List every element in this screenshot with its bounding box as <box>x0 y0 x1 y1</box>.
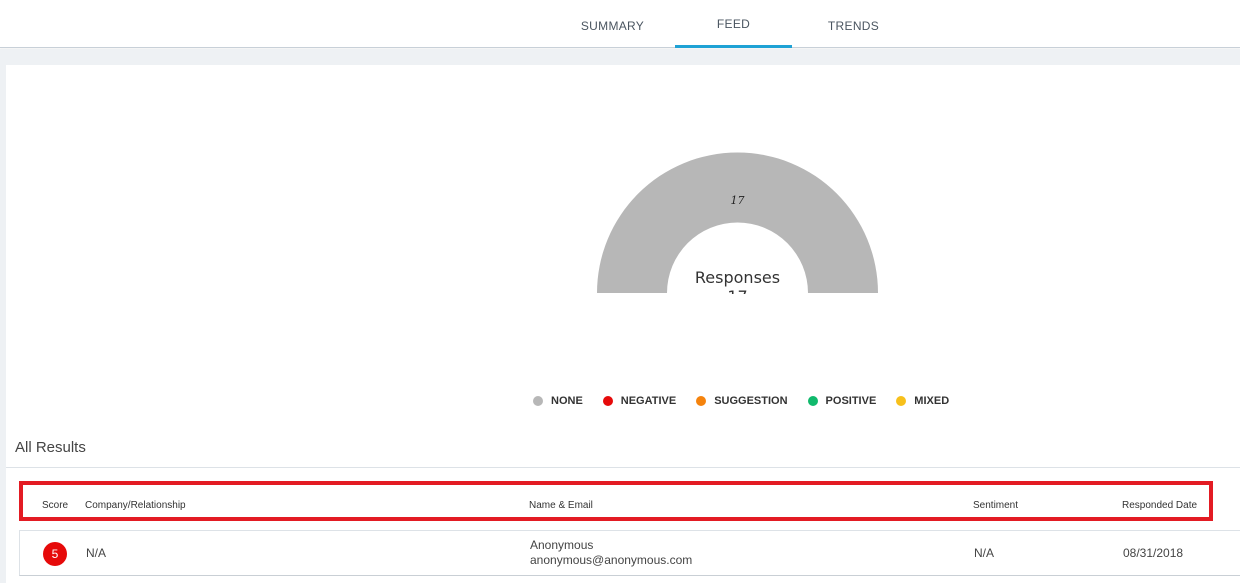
legend-dot-positive <box>807 396 818 406</box>
sentiment-cell: N/A <box>974 546 995 560</box>
tab-summary[interactable]: SUMMARY <box>554 0 671 48</box>
respondent-email[interactable]: anonymous@anonymous.com <box>530 553 692 567</box>
legend-item-positive[interactable]: POSITIVE <box>807 395 877 407</box>
column-header-sentiment[interactable]: Sentiment <box>973 500 1018 511</box>
legend-item-none[interactable]: NONE <box>533 395 583 407</box>
gauge-center-value: 17 <box>727 287 747 294</box>
legend-dot-suggestion <box>696 396 707 406</box>
legend-dot-none <box>533 396 543 406</box>
column-header-score[interactable]: Score <box>42 500 68 511</box>
score-badge: 5 <box>43 542 67 566</box>
legend-item-mixed[interactable]: MIXED <box>896 395 949 407</box>
column-header-responded-date[interactable]: Responded Date <box>1122 500 1197 511</box>
tab-feed[interactable]: FEED <box>675 0 792 48</box>
legend-dot-mixed <box>896 396 907 406</box>
legend-label-positive: POSITIVE <box>825 395 877 407</box>
all-results-title: All Results <box>15 439 86 456</box>
table-row[interactable]: 5 N/A Anonymous anonymous@anonymous.com … <box>19 530 1240 576</box>
legend-label-mixed: MIXED <box>914 395 950 407</box>
legend-label-negative: NEGATIVE <box>620 395 677 407</box>
responded-date-cell: 08/31/2018 <box>1123 546 1184 560</box>
responses-gauge-chart: 17 Responses 17 <box>597 152 878 294</box>
company-cell: N/A <box>86 546 107 560</box>
section-divider <box>6 467 1240 468</box>
column-header-company[interactable]: Company/Relationship <box>85 500 186 511</box>
legend-label-none: NONE <box>551 395 583 407</box>
gauge-segment-value: 17 <box>731 194 745 207</box>
legend-item-suggestion[interactable]: SUGGESTION <box>696 395 788 407</box>
chart-legend: NONE NEGATIVE SUGGESTION POSITIVE MIXED <box>533 393 969 409</box>
gauge-center-label: Responses <box>695 268 780 287</box>
tab-trends[interactable]: TRENDS <box>795 0 912 48</box>
tab-bar: SUMMARY FEED TRENDS <box>0 0 1240 48</box>
legend-dot-negative <box>602 396 613 406</box>
results-table-header: Score Company/Relationship Name & Email … <box>19 481 1213 521</box>
column-header-name-email[interactable]: Name & Email <box>529 500 593 511</box>
legend-label-suggestion: SUGGESTION <box>714 395 788 407</box>
respondent-name: Anonymous <box>530 538 594 552</box>
legend-item-negative[interactable]: NEGATIVE <box>602 395 677 407</box>
